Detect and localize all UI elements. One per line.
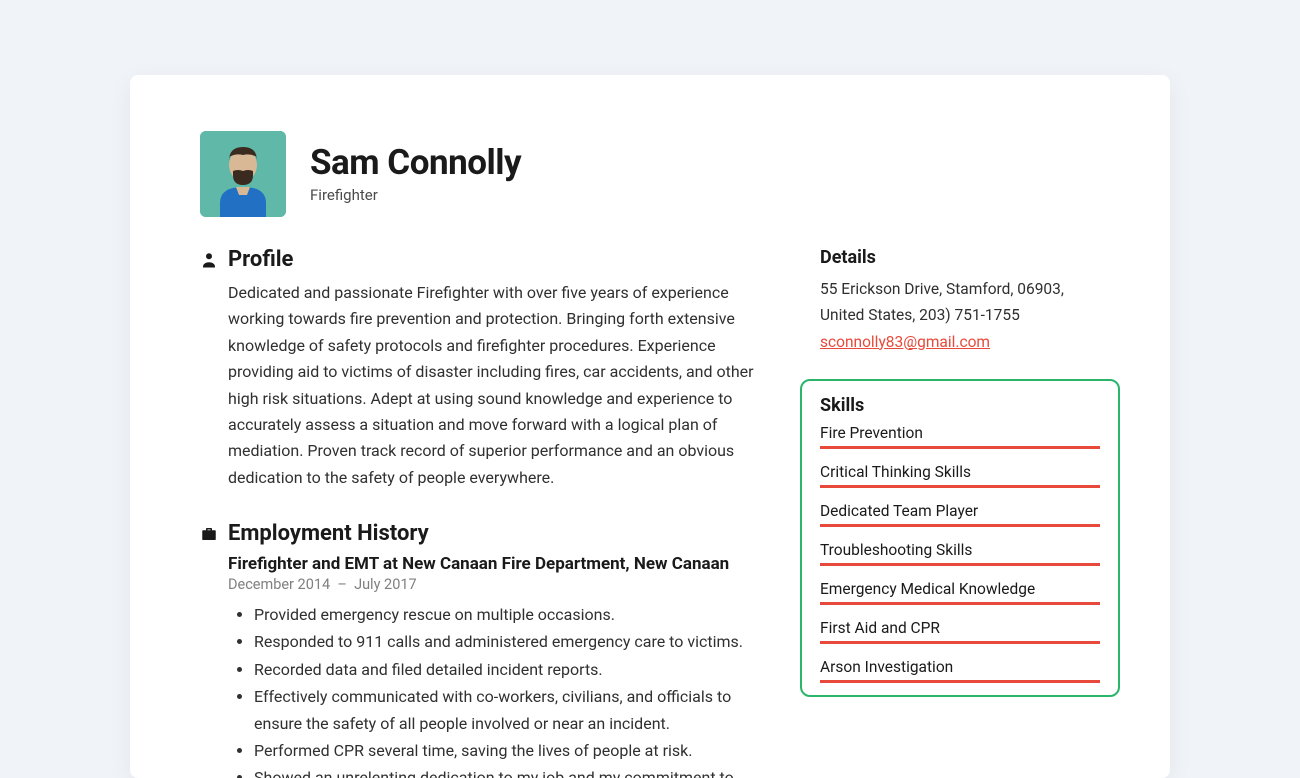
skills-title: Skills <box>820 395 1100 416</box>
skill-name: Fire Prevention <box>820 424 1100 442</box>
skill-name: Troubleshooting Skills <box>820 541 1100 559</box>
skill-item: Arson Investigation <box>820 658 1100 683</box>
bullet-item: Performed CPR several time, saving the l… <box>254 737 772 764</box>
skill-item: Dedicated Team Player <box>820 502 1100 527</box>
skill-item: First Aid and CPR <box>820 619 1100 644</box>
skill-bar <box>820 602 1100 605</box>
skill-bar <box>820 680 1100 683</box>
resume-card: Sam Connolly Firefighter Profile Dedicat… <box>130 75 1170 778</box>
employment-title: Employment History <box>228 521 429 546</box>
person-name: Sam Connolly <box>310 144 521 183</box>
start-date: December 2014 <box>228 576 330 593</box>
details-title: Details <box>820 247 1100 268</box>
end-date: July 2017 <box>354 576 417 593</box>
person-icon <box>200 251 218 269</box>
job-bullets: Provided emergency rescue on multiple oc… <box>228 601 772 778</box>
main-column: Profile Dedicated and passionate Firefig… <box>200 247 772 778</box>
profile-title: Profile <box>228 247 293 272</box>
employment-section: Employment History Firefighter and EMT a… <box>200 521 772 778</box>
person-role: Firefighter <box>310 186 521 204</box>
skill-name: Critical Thinking Skills <box>820 463 1100 481</box>
skill-bar <box>820 524 1100 527</box>
job-dates: December 2014 – July 2017 <box>228 576 772 593</box>
skill-bar <box>820 641 1100 644</box>
bullet-item: Recorded data and filed detailed inciden… <box>254 656 772 683</box>
profile-header: Profile <box>200 247 772 272</box>
email-link[interactable]: sconnolly83@gmail.com <box>820 333 990 351</box>
details-address: 55 Erickson Drive, Stamford, 06903, Unit… <box>820 276 1100 329</box>
profile-section: Profile Dedicated and passionate Firefig… <box>200 247 772 491</box>
bullet-item: Provided emergency rescue on multiple oc… <box>254 601 772 628</box>
avatar <box>200 131 286 217</box>
bullet-item: Effectively communicated with co-workers… <box>254 683 772 737</box>
skill-name: First Aid and CPR <box>820 619 1100 637</box>
skill-bar <box>820 446 1100 449</box>
skill-name: Dedicated Team Player <box>820 502 1100 520</box>
details-section: Details 55 Erickson Drive, Stamford, 069… <box>820 247 1100 355</box>
side-column: Details 55 Erickson Drive, Stamford, 069… <box>820 247 1100 778</box>
skills-section: Skills Fire Prevention Critical Thinking … <box>800 379 1120 697</box>
resume-header: Sam Connolly Firefighter <box>200 131 1100 217</box>
skill-bar <box>820 485 1100 488</box>
bullet-item: Responded to 911 calls and administered … <box>254 628 772 655</box>
skill-name: Emergency Medical Knowledge <box>820 580 1100 598</box>
name-block: Sam Connolly Firefighter <box>310 144 521 205</box>
skill-bar <box>820 563 1100 566</box>
employment-header: Employment History <box>200 521 772 546</box>
bullet-item: Showed an unrelenting dedication to my j… <box>254 764 772 778</box>
skill-item: Critical Thinking Skills <box>820 463 1100 488</box>
skill-name: Arson Investigation <box>820 658 1100 676</box>
profile-body: Dedicated and passionate Firefighter wit… <box>228 280 772 491</box>
skill-item: Fire Prevention <box>820 424 1100 449</box>
date-dash: – <box>337 576 347 593</box>
briefcase-icon <box>200 525 218 543</box>
job-title: Firefighter and EMT at New Canaan Fire D… <box>228 554 772 574</box>
skill-item: Emergency Medical Knowledge <box>820 580 1100 605</box>
skill-item: Troubleshooting Skills <box>820 541 1100 566</box>
content-columns: Profile Dedicated and passionate Firefig… <box>200 247 1100 778</box>
